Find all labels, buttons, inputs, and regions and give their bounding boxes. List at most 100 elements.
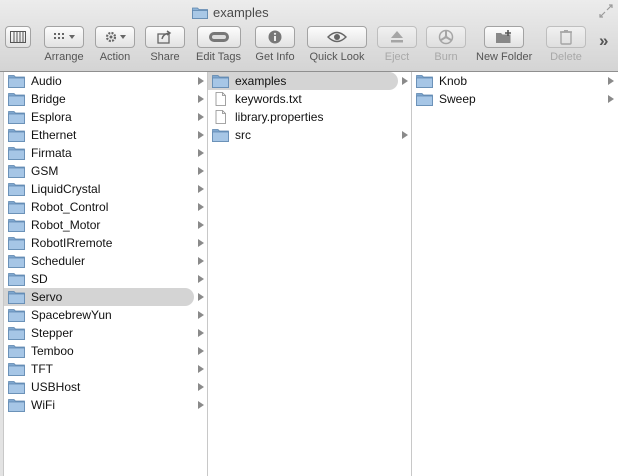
disclosure-arrow-icon [198,401,204,409]
folder-row[interactable]: Sweep [412,90,618,108]
folder-row[interactable]: Robot_Control [4,198,208,216]
quick-look-group: Quick Look [307,26,367,63]
folder-icon [8,183,25,196]
arrange-button[interactable] [44,26,84,48]
eye-icon [327,31,347,43]
item-label: Firmata [31,146,72,160]
folder-row[interactable]: RobotIRremote [4,234,208,252]
folder-row[interactable]: Servo [4,288,208,306]
folder-row[interactable]: Bridge [4,90,208,108]
folder-icon [8,273,25,286]
column-2[interactable]: examples keywords.txt library.properties sr… [208,72,412,476]
quick-look-button[interactable] [307,26,367,48]
folder-row[interactable]: LiquidCrystal [4,180,208,198]
disclosure-arrow-icon [198,293,204,301]
folder-row[interactable]: TFT [4,360,208,378]
document-icon [215,110,226,124]
item-label: SpacebrewYun [31,308,112,322]
new-folder-label: New Folder [476,51,533,63]
eject-icon [391,31,403,43]
eject-button[interactable] [377,26,417,48]
disclosure-arrow-icon [198,185,204,193]
folder-row[interactable]: Audio [4,72,208,90]
folder-row[interactable]: src [208,126,412,144]
toolbar: examples Arrange Action Share Edit Tags … [0,0,618,72]
folder-icon [8,399,25,412]
disclosure-arrow-icon [198,239,204,247]
folder-row[interactable]: Scheduler [4,252,208,270]
folder-row[interactable]: SpacebrewYun [4,306,208,324]
folder-row[interactable]: SD [4,270,208,288]
folder-icon [8,291,25,304]
folder-icon [212,129,229,142]
folder-icon [8,129,25,142]
document-icon [215,92,226,106]
edit-tags-button[interactable] [196,26,241,48]
action-group: Action [95,26,135,63]
disclosure-arrow-icon [198,149,204,157]
folder-row[interactable]: Temboo [4,342,208,360]
folder-icon [8,165,25,178]
item-label: Audio [31,74,62,88]
file-row[interactable]: keywords.txt [208,90,412,108]
folder-icon [8,255,25,268]
column-3[interactable]: Knob Sweep [412,72,618,476]
folder-icon [8,381,25,394]
arrange-label: Arrange [44,51,84,63]
folder-row[interactable]: Knob [412,72,618,90]
folder-row[interactable]: Firmata [4,144,208,162]
folder-icon [8,309,25,322]
item-label: Ethernet [31,128,77,142]
folder-row[interactable]: examples [208,72,412,90]
item-label: Stepper [31,326,74,340]
burn-button[interactable] [426,26,466,48]
disclosure-arrow-icon [198,77,204,85]
share-label: Share [150,51,180,63]
disclosure-arrow-icon [198,257,204,265]
disclosure-arrow-icon [402,77,408,85]
get-info-button[interactable] [255,26,295,48]
window-title-text: examples [213,4,269,20]
share-button[interactable] [145,26,185,48]
item-label: Knob [439,74,468,88]
disclosure-arrow-icon [198,329,204,337]
fullscreen-icon[interactable] [599,4,613,18]
item-label: Robot_Control [31,200,109,214]
column-browser: Audio Bridge Esplora Ethernet Firmata GSM Liqu… [0,72,618,476]
item-label: Scheduler [31,254,86,268]
eject-group: Eject [377,26,417,63]
folder-icon [192,7,208,19]
column-1[interactable]: Audio Bridge Esplora Ethernet Firmata GSM Liqu… [4,72,208,476]
share-icon [157,30,172,44]
trash-icon [560,30,572,45]
action-button[interactable] [95,26,135,48]
new-folder-button[interactable] [484,26,525,48]
toolbar-overflow-button[interactable]: » [599,32,608,50]
item-label: GSM [31,164,59,178]
folder-row[interactable]: GSM [4,162,208,180]
folder-icon [8,93,25,106]
folder-row[interactable]: Stepper [4,324,208,342]
folder-row[interactable]: Robot_Motor [4,216,208,234]
folder-row[interactable]: Esplora [4,108,208,126]
disclosure-arrow-icon [198,347,204,355]
item-label: LiquidCrystal [31,182,101,196]
column-view-icon [10,31,26,43]
folder-row[interactable]: WiFi [4,396,208,414]
view-button[interactable] [5,26,31,48]
folder-icon [8,363,25,376]
file-row[interactable]: library.properties [208,108,412,126]
disclosure-arrow-icon [402,131,408,139]
disclosure-arrow-icon [608,95,614,103]
folder-icon [416,75,433,88]
folder-icon [8,111,25,124]
disclosure-arrow-icon [198,365,204,373]
delete-button[interactable] [546,26,586,48]
delete-label: Delete [550,51,582,63]
folder-row[interactable]: Ethernet [4,126,208,144]
delete-group: Delete [546,26,586,63]
info-icon [268,30,282,44]
item-label: Bridge [31,92,66,106]
item-label: USBHost [31,380,81,394]
folder-row[interactable]: USBHost [4,378,208,396]
